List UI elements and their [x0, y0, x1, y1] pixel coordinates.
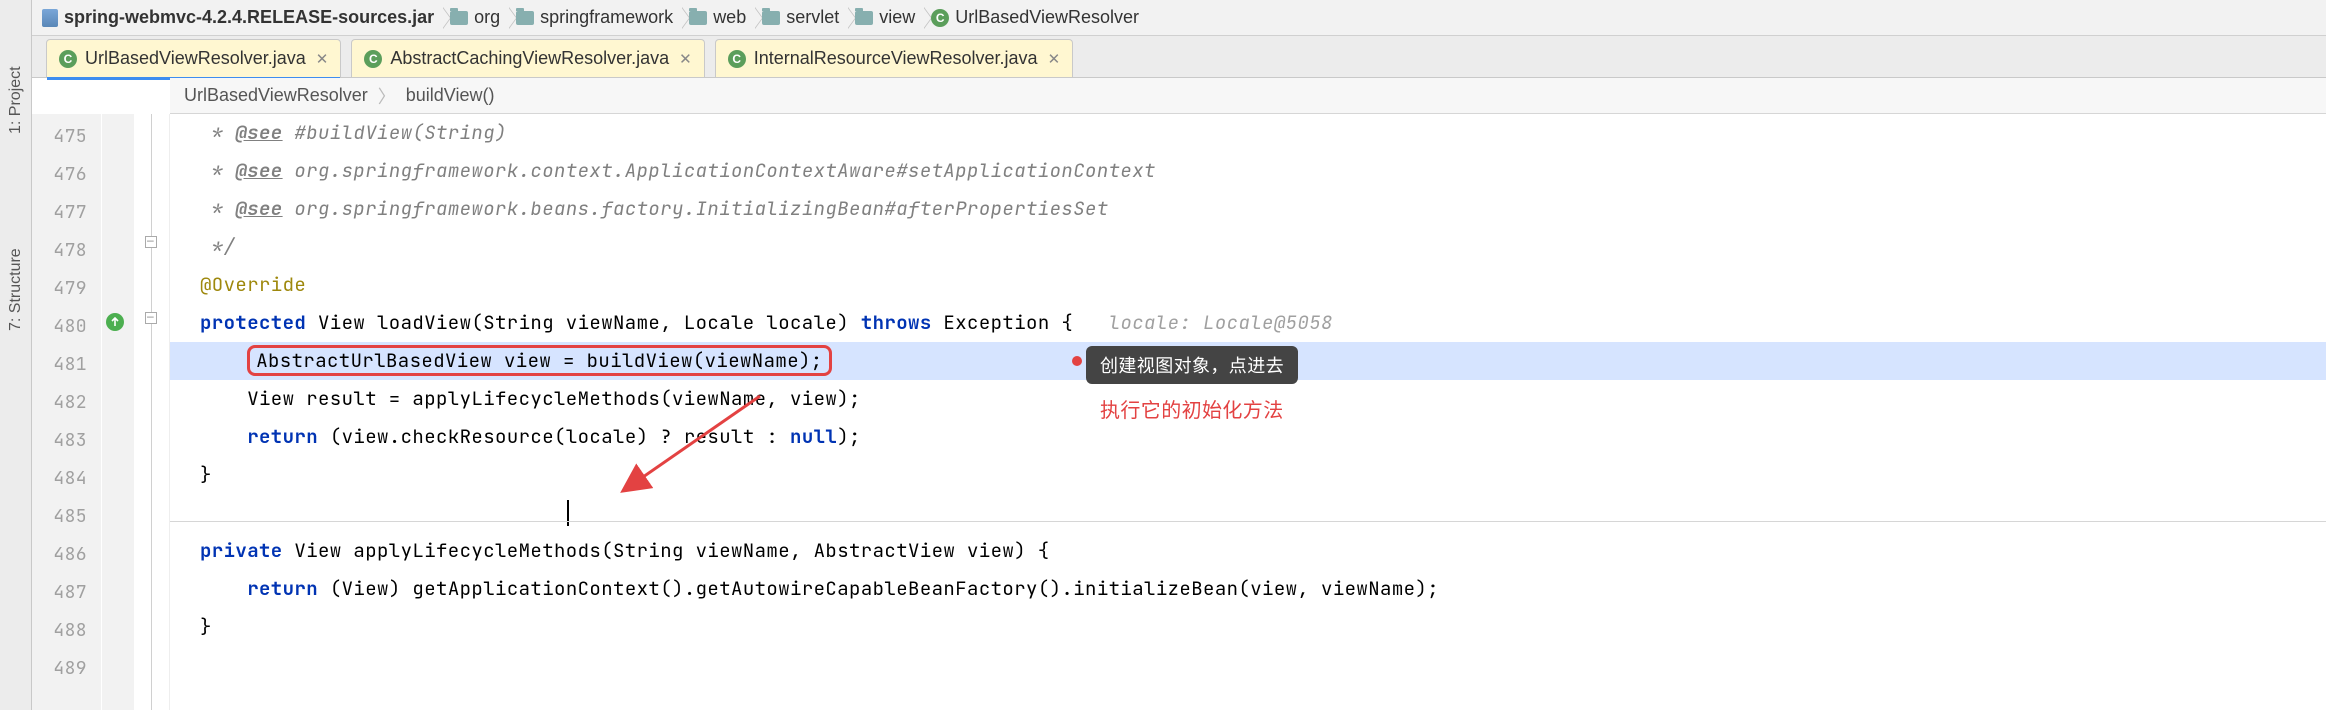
breadcrumb-item[interactable]: spring-webmvc-4.2.4.RELEASE-sources.jar [36, 0, 444, 36]
breadcrumb-item[interactable]: springframework [510, 0, 683, 36]
folder-icon [516, 11, 534, 25]
line-number: 485 [32, 498, 101, 536]
annotation-tooltip: 创建视图对象，点进去 [1086, 346, 1298, 384]
structure-tool-button[interactable]: 7: Structure [0, 220, 32, 360]
breadcrumb-label: web [713, 7, 746, 28]
line-number: 476 [32, 156, 101, 194]
class-icon: C [364, 50, 382, 68]
breadcrumb-item[interactable]: C UrlBasedViewResolver [925, 0, 1149, 36]
gutter-icons [102, 114, 134, 710]
breadcrumb-label: org [474, 7, 500, 28]
fold-gutter [134, 114, 170, 710]
line-number: 481 [32, 346, 101, 384]
folder-icon [762, 11, 780, 25]
line-number: 487 [32, 574, 101, 612]
fold-toggle-icon[interactable] [145, 236, 157, 248]
breadcrumb-item[interactable]: org [444, 0, 510, 36]
class-icon: C [728, 50, 746, 68]
structure-tool-label: 7: Structure [7, 249, 25, 332]
highlight-box: AbstractUrlBasedView view = buildView(vi… [247, 345, 831, 376]
inline-hint: locale: Locale@5058 [1109, 310, 1333, 335]
editor-tab[interactable]: C InternalResourceViewResolver.java ✕ [715, 39, 1073, 77]
annotation-arrow-icon [610, 386, 780, 506]
breadcrumb-label: springframework [540, 7, 673, 28]
chevron-right-icon: 〉 [378, 83, 396, 109]
line-number: 475 [32, 118, 101, 156]
close-icon[interactable]: ✕ [679, 50, 692, 68]
breadcrumb-item[interactable]: view [849, 0, 925, 36]
editor-tab[interactable]: C AbstractCachingViewResolver.java ✕ [351, 39, 704, 77]
line-number: 484 [32, 460, 101, 498]
project-tool-label: 1: Project [7, 66, 25, 134]
breadcrumb-label: servlet [786, 7, 839, 28]
editor-tab[interactable]: C UrlBasedViewResolver.java ✕ [46, 39, 341, 77]
line-number: 482 [32, 384, 101, 422]
editor-tabs: C UrlBasedViewResolver.java ✕ C AbstractCac… [32, 36, 2326, 78]
line-number: 488 [32, 612, 101, 650]
annotation-note: 执行它的初始化方法 [1100, 394, 1284, 423]
code-editor[interactable]: * @see #buildView(String) * @see org.spr… [170, 114, 2326, 710]
line-number: 479 [32, 270, 101, 308]
line-number: 477 [32, 194, 101, 232]
editor-tab-label: AbstractCachingViewResolver.java [390, 48, 669, 69]
line-number: 480 [32, 308, 101, 346]
override-gutter-icon[interactable] [106, 313, 124, 331]
method-breadcrumb: UrlBasedViewResolver 〉 buildView() [170, 78, 2326, 114]
line-number: 478 [32, 232, 101, 270]
close-icon[interactable]: ✕ [1048, 50, 1061, 68]
class-icon: C [931, 9, 949, 27]
folder-icon [689, 11, 707, 25]
close-icon[interactable]: ✕ [316, 50, 329, 68]
jar-icon [42, 9, 58, 27]
project-tool-button[interactable]: 1: Project [0, 30, 32, 170]
editor-tab-label: InternalResourceViewResolver.java [754, 48, 1038, 69]
method-separator [170, 521, 2326, 522]
caret-line [170, 494, 2326, 532]
tool-window-rail: 1: Project 7: Structure [0, 0, 32, 710]
breadcrumb-label: UrlBasedViewResolver [955, 7, 1139, 28]
breadcrumb-label: view [879, 7, 915, 28]
method-crumb-class[interactable]: UrlBasedViewResolver [184, 85, 368, 106]
navigation-breadcrumb: spring-webmvc-4.2.4.RELEASE-sources.jar … [32, 0, 2326, 36]
editor-tab-label: UrlBasedViewResolver.java [85, 48, 306, 69]
breadcrumb-item[interactable]: servlet [756, 0, 849, 36]
folder-icon [855, 11, 873, 25]
line-number: 489 [32, 650, 101, 688]
line-number: 486 [32, 536, 101, 574]
line-number-gutter: 475 476 477 478 479 480 481 482 483 484 … [32, 114, 102, 710]
method-crumb-method[interactable]: buildView() [406, 85, 495, 106]
line-number: 483 [32, 422, 101, 460]
fold-toggle-icon[interactable] [145, 312, 157, 324]
breadcrumb-label: spring-webmvc-4.2.4.RELEASE-sources.jar [64, 7, 434, 28]
class-icon: C [59, 50, 77, 68]
folder-icon [450, 11, 468, 25]
breadcrumb-item[interactable]: web [683, 0, 756, 36]
